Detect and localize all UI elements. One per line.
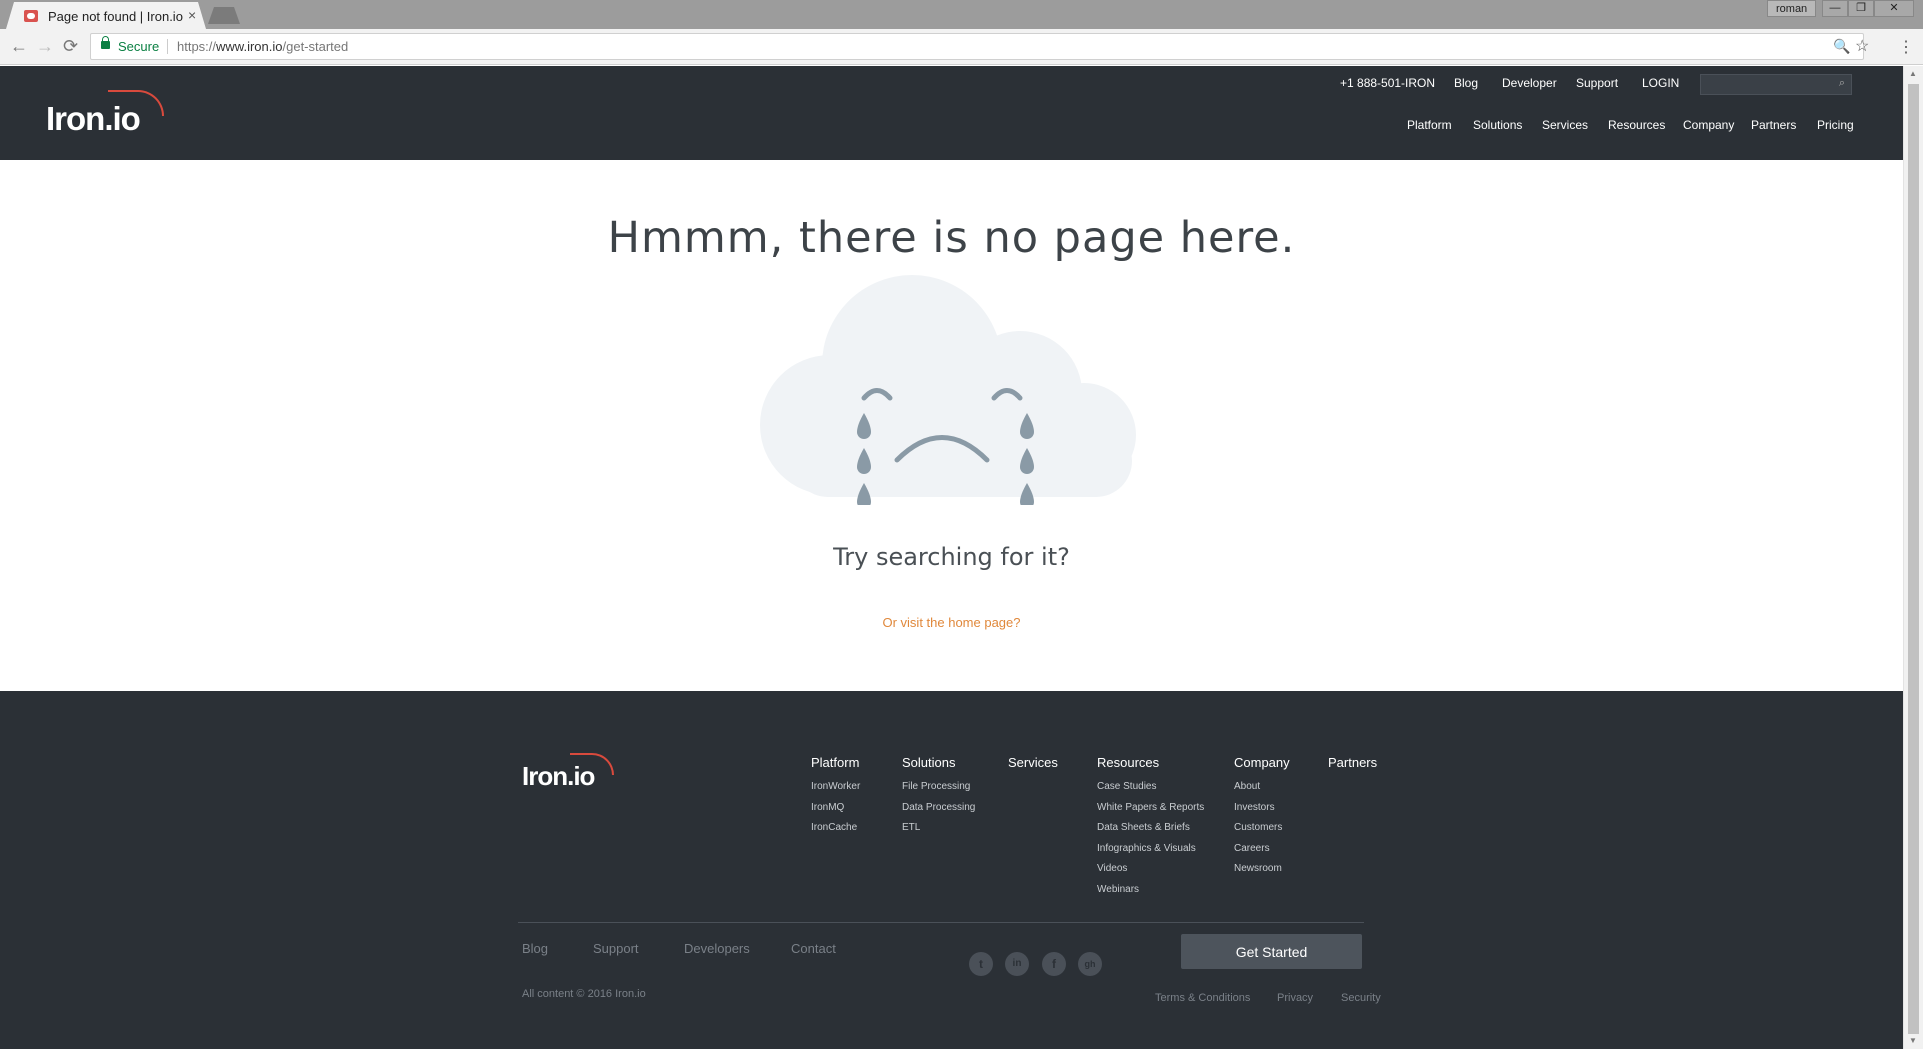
footer-link[interactable]: Webinars bbox=[1097, 884, 1139, 895]
footer-link[interactable]: Careers bbox=[1234, 843, 1270, 854]
search-icon[interactable]: ⌕ bbox=[1839, 77, 1845, 90]
browser-tab-strip: Page not found | Iron.io × roman — ❐ ✕ bbox=[0, 0, 1923, 29]
favicon-icon bbox=[24, 10, 38, 22]
util-link-login[interactable]: LOGIN bbox=[1642, 76, 1679, 90]
nav-company[interactable]: Company bbox=[1683, 118, 1734, 132]
site-header: Iron.io +1 888-501-IRON Blog Developer S… bbox=[0, 66, 1903, 160]
minimize-button[interactable]: — bbox=[1822, 0, 1848, 17]
footer-col-services[interactable]: Services bbox=[1008, 755, 1058, 770]
restore-button[interactable]: ❐ bbox=[1848, 0, 1874, 17]
header-logo[interactable]: Iron.io bbox=[46, 90, 164, 138]
linkedin-icon[interactable]: in bbox=[1005, 952, 1029, 976]
footer-logo-cloud-icon bbox=[570, 753, 614, 775]
nav-partners[interactable]: Partners bbox=[1751, 118, 1796, 132]
cloud-shape bbox=[760, 275, 1136, 497]
footer-col-partners[interactable]: Partners bbox=[1328, 755, 1377, 770]
url-path: /get-started bbox=[282, 39, 349, 54]
back-icon[interactable]: ← bbox=[10, 36, 28, 57]
scroll-thumb[interactable] bbox=[1908, 84, 1919, 1034]
footer-link[interactable]: White Papers & Reports bbox=[1097, 802, 1204, 813]
url-divider bbox=[167, 39, 168, 54]
legal-link-privacy[interactable]: Privacy bbox=[1277, 992, 1313, 1004]
scroll-down-icon[interactable]: ▼ bbox=[1909, 1036, 1917, 1045]
nav-platform[interactable]: Platform bbox=[1407, 118, 1452, 132]
tab-close-icon[interactable]: × bbox=[188, 7, 196, 23]
twitter-icon[interactable]: t bbox=[969, 952, 993, 976]
url-scheme: https:// bbox=[177, 39, 217, 54]
url-host: www.iron.io bbox=[216, 39, 283, 54]
page-scrollbar[interactable]: ▲ ▼ bbox=[1903, 66, 1923, 1049]
new-tab-button[interactable] bbox=[208, 7, 240, 24]
browser-tab[interactable]: Page not found | Iron.io × bbox=[6, 2, 206, 29]
footer-col-solutions[interactable]: Solutions bbox=[902, 755, 955, 770]
close-window-button[interactable]: ✕ bbox=[1874, 0, 1914, 17]
footer-bottom-developers[interactable]: Developers bbox=[684, 941, 750, 956]
reload-icon[interactable]: ⟳ bbox=[63, 36, 78, 57]
footer-bottom-contact[interactable]: Contact bbox=[791, 941, 836, 956]
footer-link[interactable]: Videos bbox=[1097, 863, 1127, 874]
nav-pricing[interactable]: Pricing bbox=[1817, 118, 1854, 132]
facebook-icon[interactable]: f bbox=[1042, 952, 1066, 976]
footer-col-platform[interactable]: Platform bbox=[811, 755, 859, 770]
footer-link[interactable]: Case Studies bbox=[1097, 781, 1156, 792]
util-link-developer[interactable]: Developer bbox=[1502, 76, 1557, 90]
get-started-button[interactable]: Get Started bbox=[1181, 934, 1362, 969]
util-link-support[interactable]: Support bbox=[1576, 76, 1618, 90]
profile-button[interactable]: roman bbox=[1767, 0, 1817, 17]
footer-link[interactable]: Customers bbox=[1234, 822, 1282, 833]
nav-services[interactable]: Services bbox=[1542, 118, 1588, 132]
footer-logo[interactable]: Iron.io bbox=[522, 753, 614, 792]
footer-link[interactable]: Investors bbox=[1234, 802, 1275, 813]
phone-link[interactable]: +1 888-501-IRON bbox=[1340, 76, 1435, 90]
sad-cloud-illustration bbox=[760, 275, 1136, 505]
logo-cloud-icon bbox=[108, 90, 164, 116]
footer-col-resources[interactable]: Resources bbox=[1097, 755, 1159, 770]
footer-divider bbox=[518, 922, 1364, 923]
legal-link-security[interactable]: Security bbox=[1341, 992, 1381, 1004]
footer-bottom-support[interactable]: Support bbox=[593, 941, 639, 956]
address-bar[interactable]: Secure https://www.iron.io/get-started 🔍… bbox=[90, 33, 1869, 60]
nav-resources[interactable]: Resources bbox=[1608, 118, 1665, 132]
util-link-blog[interactable]: Blog bbox=[1454, 76, 1478, 90]
search-prompt: Try searching for it? bbox=[833, 543, 1070, 571]
footer-link[interactable]: About bbox=[1234, 781, 1260, 792]
copyright-text: All content © 2016 Iron.io bbox=[522, 988, 646, 1000]
browser-menu-icon[interactable]: ⋮ bbox=[1898, 37, 1914, 57]
home-page-link[interactable]: Or visit the home page? bbox=[0, 615, 1903, 630]
footer-link[interactable]: ETL bbox=[902, 822, 920, 833]
url-text[interactable]: https://www.iron.io/get-started bbox=[177, 39, 348, 54]
footer-col-company[interactable]: Company bbox=[1234, 755, 1290, 770]
footer-bottom-blog[interactable]: Blog bbox=[522, 941, 548, 956]
secure-label: Secure bbox=[118, 39, 160, 54]
lock-icon bbox=[101, 36, 110, 49]
footer-link[interactable]: IronCache bbox=[811, 822, 857, 833]
forward-icon[interactable]: → bbox=[36, 36, 54, 57]
footer-link[interactable]: File Processing bbox=[902, 781, 970, 792]
page-title: Hmmm, there is no page here. bbox=[607, 213, 1296, 263]
footer-link[interactable]: Newsroom bbox=[1234, 863, 1282, 874]
tab-title: Page not found | Iron.io bbox=[48, 9, 183, 24]
zoom-icon[interactable]: 🔍 bbox=[1833, 38, 1850, 55]
bookmark-star-icon[interactable]: ☆ bbox=[1855, 36, 1869, 56]
header-search-input[interactable]: ⌕ bbox=[1700, 74, 1852, 95]
footer-link[interactable]: Infographics & Visuals bbox=[1097, 843, 1196, 854]
footer-link[interactable]: Data Processing bbox=[902, 802, 975, 813]
scroll-up-icon[interactable]: ▲ bbox=[1909, 69, 1917, 78]
footer-link[interactable]: IronMQ bbox=[811, 802, 844, 813]
browser-toolbar: ← → ⟳ Secure https://www.iron.io/get-sta… bbox=[0, 29, 1923, 65]
github-icon[interactable]: gh bbox=[1078, 952, 1102, 976]
footer-link[interactable]: Data Sheets & Briefs bbox=[1097, 822, 1190, 833]
site-footer: Iron.io Platform Solutions Services Reso… bbox=[0, 691, 1903, 1049]
legal-link-terms[interactable]: Terms & Conditions bbox=[1155, 992, 1250, 1004]
nav-solutions[interactable]: Solutions bbox=[1473, 118, 1522, 132]
footer-link[interactable]: IronWorker bbox=[811, 781, 860, 792]
